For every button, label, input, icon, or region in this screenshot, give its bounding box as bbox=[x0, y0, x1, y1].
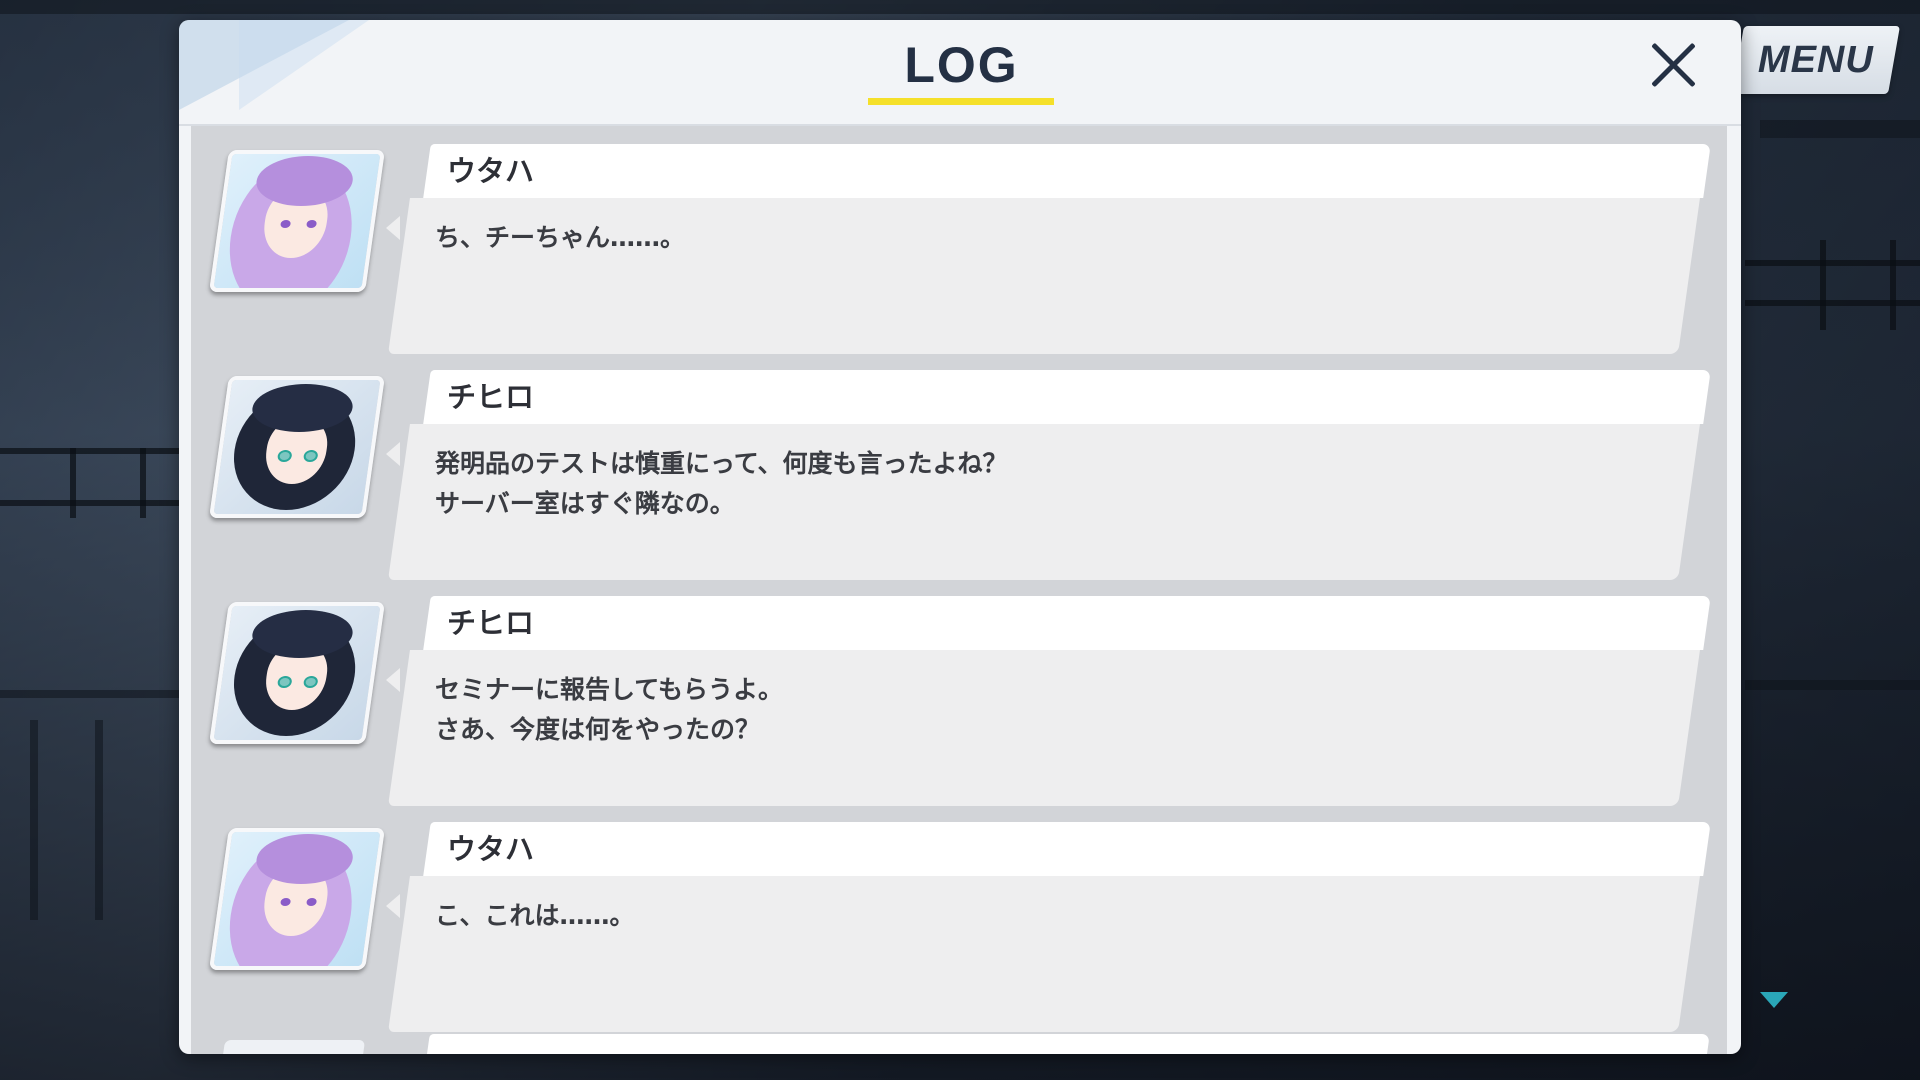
speaker-name: ウタハ bbox=[447, 832, 535, 866]
chihiro-portrait-icon bbox=[209, 376, 385, 518]
next-entry-avatar bbox=[220, 1040, 366, 1054]
dialogue-text: こ、これは……。 bbox=[435, 901, 635, 930]
log-entry: ウタハ こ、これは……。 bbox=[191, 822, 1727, 1032]
chihiro-portrait-icon bbox=[209, 602, 385, 744]
menu-button[interactable]: MENU bbox=[1732, 26, 1900, 94]
scroll-down-arrow-icon[interactable] bbox=[1760, 992, 1788, 1008]
log-list[interactable]: ウタハ ち、チーちゃん……。 チヒロ 発明品のテストは慎重にって、何度も言ったよ… bbox=[191, 126, 1727, 1054]
dialogue-text: 発明品のテストは慎重にって、何度も言ったよね？ サーバー室はすぐ隣なの。 bbox=[435, 449, 1008, 518]
menu-button-label: MENU bbox=[1758, 38, 1874, 81]
close-icon[interactable] bbox=[1645, 36, 1701, 92]
utaha-portrait-icon bbox=[209, 828, 385, 970]
speaker-name: チヒロ bbox=[447, 606, 535, 640]
log-entry: ウタハ ち、チーちゃん……。 bbox=[191, 144, 1727, 354]
speaker-name: ウタハ bbox=[447, 154, 535, 188]
next-entry-name-plate bbox=[424, 1034, 1710, 1054]
title-underline bbox=[868, 98, 1054, 105]
log-header: LOG bbox=[179, 20, 1741, 108]
log-panel: LOG ウタハ ち、チーちゃん……。 チヒロ 発明品のテストは慎重にって、何度も… bbox=[179, 20, 1741, 1054]
log-entry: チヒロ 発明品のテストは慎重にって、何度も言ったよね？ サーバー室はすぐ隣なの。 bbox=[191, 370, 1727, 580]
page-title: LOG bbox=[904, 37, 1019, 93]
dialogue-text: セミナーに報告してもらうよ。 さあ、今度は何をやったの？ bbox=[435, 675, 784, 744]
dialogue-text: ち、チーちゃん……。 bbox=[435, 223, 686, 252]
utaha-portrait-icon bbox=[209, 150, 385, 292]
speaker-name: チヒロ bbox=[447, 380, 535, 414]
log-entry: チヒロ セミナーに報告してもらうよ。 さあ、今度は何をやったの？ bbox=[191, 596, 1727, 806]
